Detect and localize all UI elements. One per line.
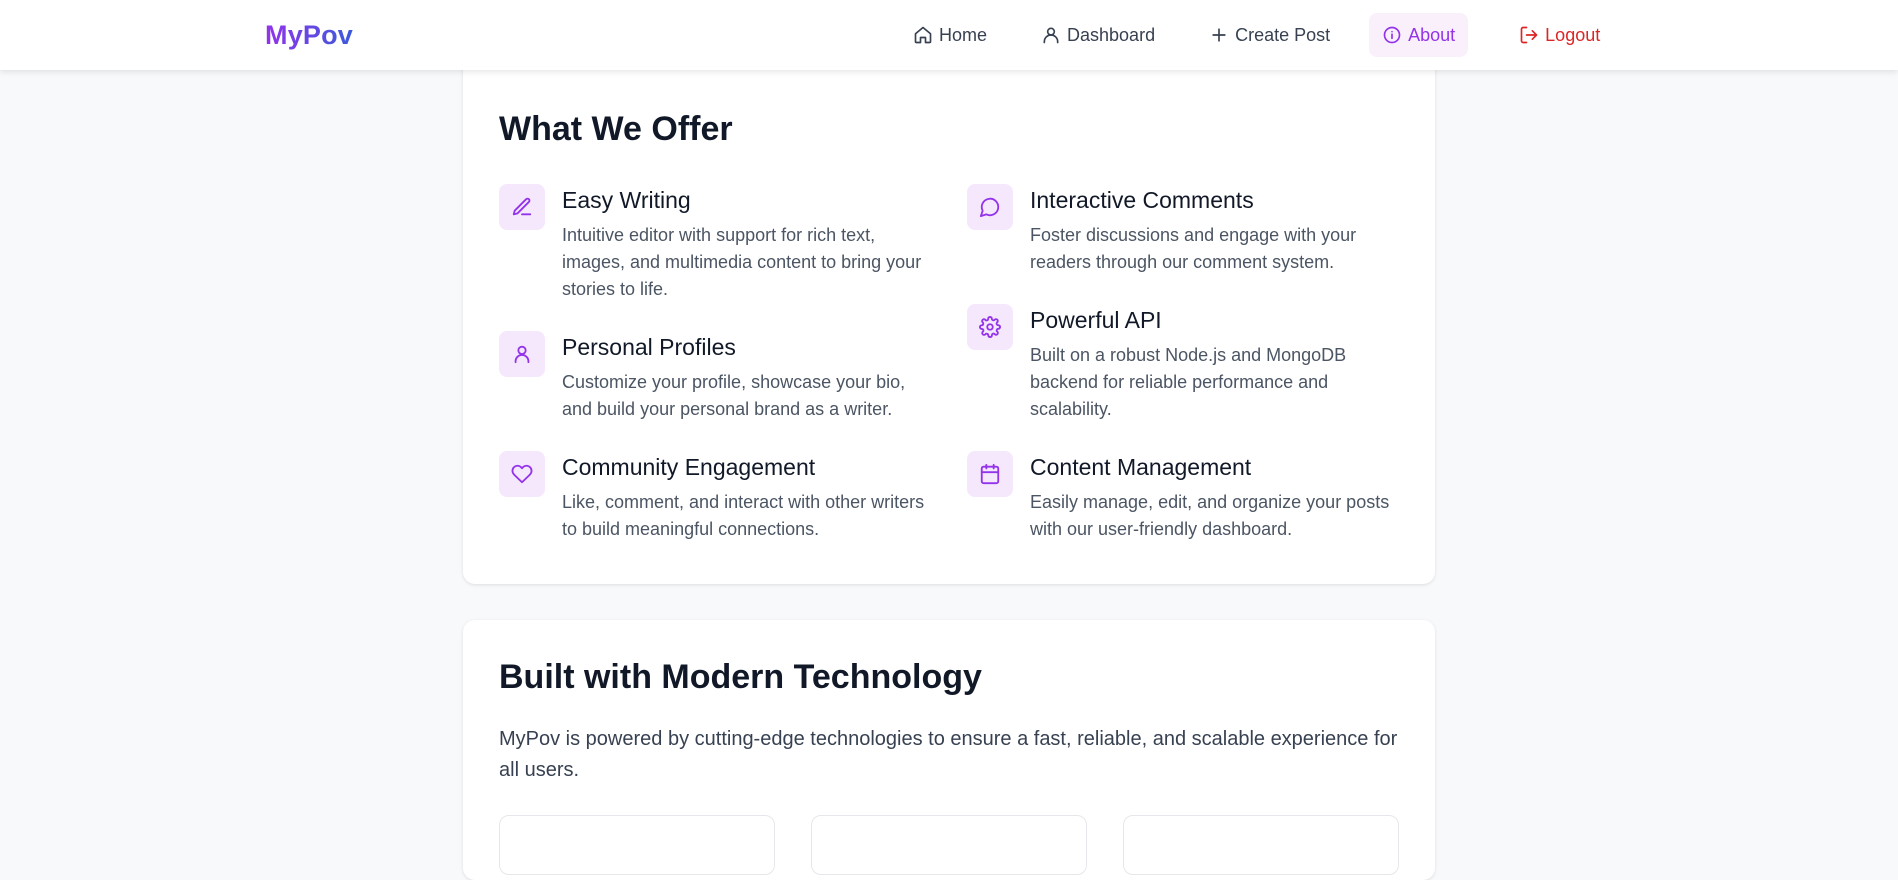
feature-icon-box [967, 304, 1013, 350]
feature-desc: Built on a robust Node.js and MongoDB ba… [1030, 345, 1347, 419]
nav-create-post-label: Create Post [1235, 24, 1331, 45]
nav-about[interactable]: About [1369, 13, 1469, 57]
feature-desc: Foster discussions and engage with your … [1030, 225, 1357, 272]
feature-title: Personal Profiles [562, 334, 736, 360]
user-icon [1043, 27, 1059, 44]
tech-box [811, 815, 1087, 875]
tech-box [1123, 815, 1399, 875]
feature-desc: Customize your profile, showcase your bi… [562, 372, 906, 419]
info-icon [1383, 26, 1401, 44]
feature-community-engagement: Community Engagement Like, comment, and … [499, 451, 939, 543]
feature-icon-box [499, 451, 545, 497]
feature-column-left: Easy Writing Intuitive editor with suppo… [499, 184, 939, 571]
offer-title: What We Offer [499, 110, 733, 148]
nav-dashboard-label: Dashboard [1067, 24, 1156, 45]
top-navbar: MyPov Home Dashboard Create Post About L… [0, 0, 1898, 70]
feature-icon-box [967, 184, 1013, 230]
nav-home[interactable]: Home [900, 13, 1000, 57]
feature-desc: Intuitive editor with support for rich t… [562, 225, 922, 299]
feature-title: Easy Writing [562, 187, 691, 213]
heart-icon [511, 464, 533, 484]
feature-title: Interactive Comments [1030, 187, 1254, 213]
feature-column-right: Interactive Comments Foster discussions … [967, 184, 1407, 571]
tech-description: MyPov is powered by cutting-edge technol… [499, 728, 1398, 781]
nav-logout-label: Logout [1545, 24, 1601, 45]
technology-card: Built with Modern Technology MyPov is po… [463, 620, 1435, 880]
tech-title: Built with Modern Technology [499, 658, 982, 696]
feature-content-management: Content Management Easily manage, edit, … [967, 451, 1407, 543]
feature-icon-box [499, 184, 545, 230]
tech-boxes [499, 815, 1399, 875]
nav-logout[interactable]: Logout [1506, 13, 1613, 57]
user-icon [514, 345, 530, 364]
nav-about-label: About [1408, 24, 1456, 45]
feature-title: Content Management [1030, 454, 1252, 480]
home-icon [914, 26, 932, 44]
gear-icon [979, 316, 1001, 338]
feature-icon-box [967, 451, 1013, 497]
logout-icon [1520, 26, 1538, 44]
plus-icon [1212, 28, 1226, 42]
nav-home-label: Home [939, 24, 988, 45]
feature-powerful-api: Powerful API Built on a robust Node.js a… [967, 304, 1407, 423]
nav-links: Home Dashboard Create Post About Logout [900, 13, 1613, 57]
calendar-icon [980, 463, 1000, 485]
feature-personal-profiles: Personal Profiles Customize your profile… [499, 331, 939, 423]
feature-desc: Like, comment, and interact with other w… [562, 492, 925, 539]
feature-desc: Easily manage, edit, and organize your p… [1030, 492, 1390, 539]
message-circle-icon [979, 197, 1000, 218]
pencil-icon [512, 197, 532, 216]
feature-easy-writing: Easy Writing Intuitive editor with suppo… [499, 184, 939, 303]
feature-interactive-comments: Interactive Comments Foster discussions … [967, 184, 1407, 276]
nav-create-post[interactable]: Create Post [1196, 13, 1343, 57]
feature-icon-box [499, 331, 545, 377]
tech-box [499, 815, 775, 875]
nav-dashboard[interactable]: Dashboard [1028, 13, 1168, 57]
feature-title: Powerful API [1030, 307, 1162, 333]
offer-card: What We Offer Easy Writing Intuitive edi… [463, 56, 1435, 584]
brand-logo[interactable]: MyPov [265, 17, 353, 53]
feature-title: Community Engagement [562, 454, 816, 480]
